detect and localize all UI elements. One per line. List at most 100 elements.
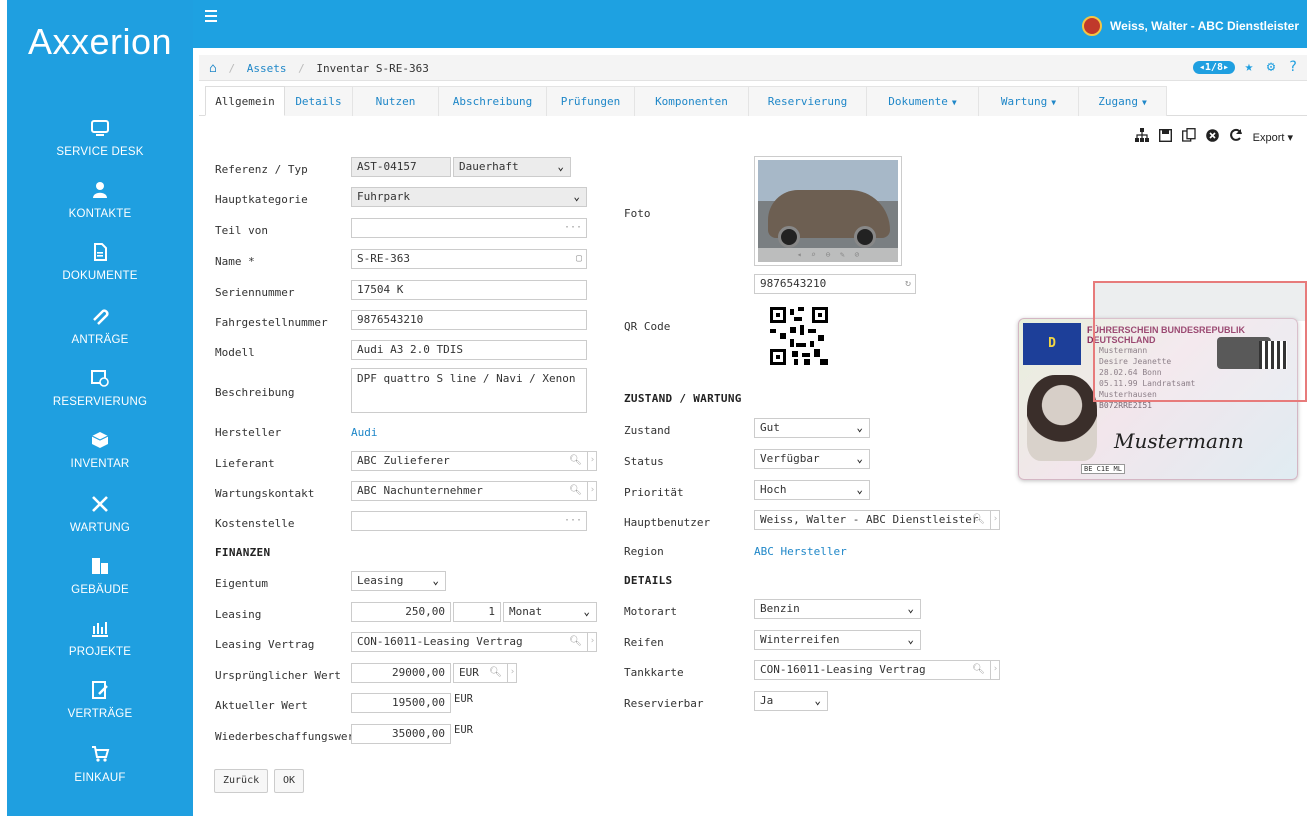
- fahrgestellnummer-field[interactable]: 9876543210: [351, 310, 587, 330]
- seriennummer-field[interactable]: 17504 K: [351, 280, 587, 300]
- sidebar-item-gebaeude[interactable]: GEBÄUDE: [7, 556, 193, 618]
- hauptkategorie-select[interactable]: Fuhrpark ⌄: [351, 187, 587, 207]
- gear-icon[interactable]: ⚙: [1263, 59, 1279, 75]
- lieferant-field[interactable]: ABC Zulieferer 🔍︎ ›: [351, 451, 597, 471]
- sidebar-item-antraege[interactable]: ANTRÄGE: [7, 306, 193, 368]
- tab-pruefungen[interactable]: Prüfungen: [547, 86, 635, 116]
- chevron-down-icon: ⌄: [432, 574, 439, 587]
- breadcrumb-current: Inventar S-RE-363: [316, 62, 429, 75]
- sidebar-item-label: KONTAKTE: [68, 208, 132, 220]
- user-menu[interactable]: Weiss, Walter - ABC Dienstleister: [1082, 16, 1299, 36]
- chevron-right-icon[interactable]: ›: [990, 661, 999, 679]
- search-icon[interactable]: 🔍︎: [972, 661, 985, 679]
- typ-select[interactable]: Dauerhaft ⌄: [453, 157, 571, 177]
- tab-abschreibung[interactable]: Abschreibung: [439, 86, 547, 116]
- refresh-icon[interactable]: [1229, 128, 1243, 146]
- region-link[interactable]: ABC Hersteller: [754, 545, 847, 558]
- chevron-right-icon[interactable]: ›: [587, 452, 596, 470]
- refresh-icon[interactable]: ↻: [905, 275, 911, 293]
- sidebar-item-dokumente[interactable]: DOKUMENTE: [7, 242, 193, 304]
- paperclip-icon: [7, 306, 193, 332]
- label-lieferant: Lieferant: [215, 457, 275, 470]
- leasing-qty-field[interactable]: 1: [453, 602, 501, 622]
- comment-icon[interactable]: ▢: [576, 250, 582, 268]
- vehicle-photo[interactable]: ◂ ⌕ ⊖ ✎ ⊘: [754, 156, 902, 266]
- tools-icon: [7, 494, 193, 520]
- label-prioritaet: Priorität: [624, 486, 684, 499]
- search-icon[interactable]: 🔍︎: [972, 511, 985, 529]
- hersteller-link[interactable]: Audi: [351, 426, 378, 439]
- urspruenglicher-wert-field[interactable]: 29000,00: [351, 663, 451, 683]
- search-icon[interactable]: 🔍︎: [569, 633, 582, 651]
- back-button[interactable]: Zurück: [214, 769, 269, 793]
- chevron-right-icon[interactable]: ›: [587, 482, 596, 500]
- sidebar-item-einkauf[interactable]: EINKAUF: [7, 744, 193, 806]
- reifen-select[interactable]: Winterreifen ⌄: [754, 630, 921, 650]
- motorart-select[interactable]: Benzin ⌄: [754, 599, 921, 619]
- eigentum-select[interactable]: Leasing ⌄: [351, 571, 446, 591]
- beschreibung-textarea[interactable]: DPF quattro S line / Navi / Xenon: [351, 368, 587, 413]
- referenz-field[interactable]: AST-04157: [351, 157, 451, 177]
- chevron-right-icon[interactable]: ›: [990, 511, 999, 529]
- app-logo[interactable]: Axxerion: [7, 0, 193, 84]
- leasing-vertrag-field[interactable]: CON-16011-Leasing Vertrag 🔍︎ ›: [351, 632, 597, 652]
- modell-field[interactable]: Audi A3 2.0 TDIS: [351, 340, 587, 360]
- sidebar-item-kontakte[interactable]: KONTAKTE: [7, 180, 193, 242]
- sidebar-item-inventar[interactable]: INVENTAR: [7, 430, 193, 492]
- search-icon[interactable]: 🔍︎: [569, 452, 582, 470]
- more-icon[interactable]: ···: [564, 512, 582, 530]
- tab-zugang[interactable]: Zugang ▼: [1079, 86, 1167, 116]
- leasing-period-select[interactable]: Monat ⌄: [503, 602, 597, 622]
- wiederbeschaffungswert-field[interactable]: 35000,00: [351, 724, 451, 744]
- sidebar-item-service-desk[interactable]: SERVICE DESK: [7, 118, 193, 180]
- breadcrumb-assets[interactable]: Assets: [247, 62, 287, 75]
- sidebar-item-wartung[interactable]: WARTUNG: [7, 494, 193, 556]
- wartungskontakt-field[interactable]: ABC Nachunternehmer 🔍︎ ›: [351, 481, 597, 501]
- chevron-right-icon[interactable]: ›: [587, 633, 596, 651]
- save-icon[interactable]: [1158, 128, 1172, 146]
- photo-controls: ◂ ⌕ ⊖ ✎ ⊘: [758, 248, 898, 262]
- menu-icon[interactable]: [205, 10, 225, 24]
- hauptbenutzer-field[interactable]: Weiss, Walter - ABC Dienstleister 🔍︎ ›: [754, 510, 1000, 530]
- tab-allgemein[interactable]: Allgemein: [205, 86, 285, 116]
- photo-code-field[interactable]: 9876543210 ↻: [754, 274, 916, 294]
- monitor-icon: [7, 118, 193, 144]
- chevron-right-icon[interactable]: ›: [507, 664, 516, 682]
- search-icon[interactable]: 🔍︎: [569, 482, 582, 500]
- tab-label: Allgemein: [215, 95, 275, 108]
- kostenstelle-field[interactable]: ···: [351, 511, 587, 531]
- hierarchy-icon[interactable]: [1134, 128, 1149, 146]
- export-menu[interactable]: Export ▾: [1253, 131, 1293, 144]
- label-kostenstelle: Kostenstelle: [215, 517, 295, 530]
- zustand-select[interactable]: Gut ⌄: [754, 418, 870, 438]
- leasing-amount-field[interactable]: 250,00: [351, 602, 451, 622]
- export-label: Export: [1252, 131, 1285, 144]
- aktueller-wert-field[interactable]: 19500,00: [351, 693, 451, 713]
- reservierbar-select[interactable]: Ja ⌄: [754, 691, 828, 711]
- tab-nutzen[interactable]: Nutzen: [353, 86, 439, 116]
- currency-value: EUR: [459, 666, 479, 679]
- star-icon[interactable]: ★: [1241, 59, 1257, 75]
- tab-dokumente[interactable]: Dokumente ▼: [867, 86, 979, 116]
- status-select[interactable]: Verfügbar ⌄: [754, 449, 870, 469]
- more-icon[interactable]: ···: [564, 219, 582, 237]
- help-icon[interactable]: ?: [1285, 59, 1301, 75]
- home-icon[interactable]: ⌂: [209, 61, 217, 76]
- copy-icon[interactable]: [1181, 128, 1196, 146]
- tab-wartung[interactable]: Wartung ▼: [979, 86, 1079, 116]
- sidebar-item-projekte[interactable]: PROJEKTE: [7, 618, 193, 680]
- currency-field[interactable]: EUR 🔍︎ ›: [453, 663, 517, 683]
- ok-button[interactable]: OK: [274, 769, 305, 793]
- record-pager[interactable]: ◂1/8▸: [1192, 60, 1235, 74]
- name-field[interactable]: S-RE-363 ▢: [351, 249, 587, 269]
- tab-komponenten[interactable]: Komponenten: [635, 86, 749, 116]
- delete-icon[interactable]: [1205, 128, 1219, 146]
- tab-reservierung[interactable]: Reservierung: [749, 86, 867, 116]
- teil-von-field[interactable]: ···: [351, 218, 587, 238]
- tankkarte-field[interactable]: CON-16011-Leasing Vertrag 🔍︎ ›: [754, 660, 1000, 680]
- sidebar-item-reservierung[interactable]: RESERVIERUNG: [7, 368, 193, 430]
- sidebar-item-vertraege[interactable]: VERTRÄGE: [7, 680, 193, 742]
- tab-details[interactable]: Details: [285, 86, 353, 116]
- prioritaet-select[interactable]: Hoch ⌄: [754, 480, 870, 500]
- search-icon[interactable]: 🔍︎: [489, 664, 502, 682]
